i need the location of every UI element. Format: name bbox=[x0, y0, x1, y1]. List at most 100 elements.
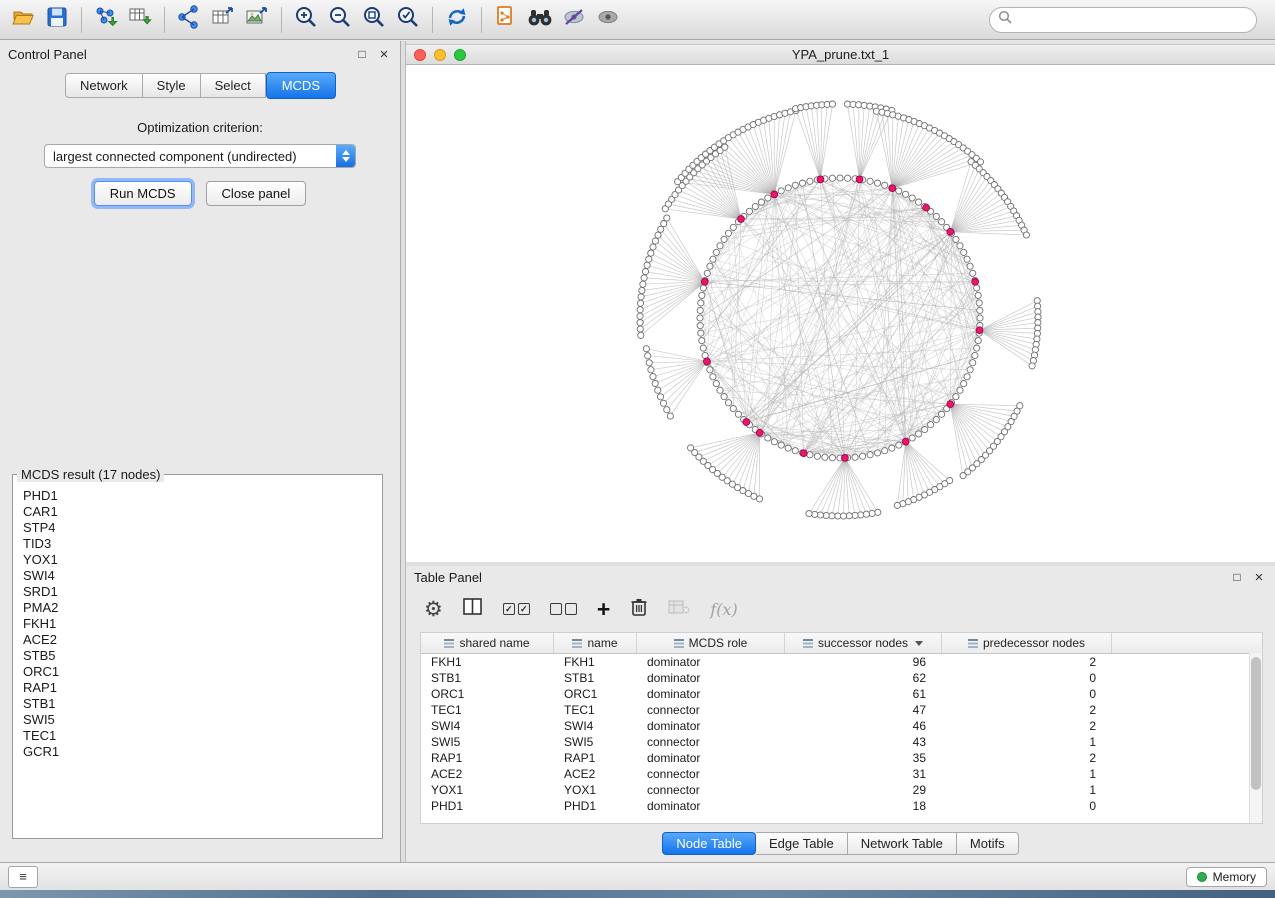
result-item[interactable]: STB1 bbox=[23, 696, 372, 712]
table-row[interactable]: SWI5SWI5connector431 bbox=[421, 734, 1262, 750]
tab-network-table[interactable]: Network Table bbox=[848, 832, 957, 855]
table-cell: FKH1 bbox=[421, 654, 554, 670]
result-item[interactable]: GCR1 bbox=[23, 744, 372, 760]
trash-icon bbox=[630, 597, 648, 622]
toolbar-separator bbox=[481, 7, 482, 33]
result-item[interactable]: FKH1 bbox=[23, 616, 372, 632]
result-item[interactable]: PHD1 bbox=[23, 488, 372, 504]
table-row[interactable]: FKH1FKH1dominator962 bbox=[421, 654, 1262, 670]
show-graphics-button[interactable] bbox=[591, 4, 625, 36]
table-cell: 0 bbox=[942, 798, 1112, 814]
network-graph[interactable] bbox=[406, 65, 1275, 563]
mcds-result-title: MCDS result (17 nodes) bbox=[17, 467, 164, 482]
table-row[interactable]: TEC1TEC1connector472 bbox=[421, 702, 1262, 718]
close-panel-button[interactable]: Close panel bbox=[206, 181, 307, 206]
result-item[interactable]: ORC1 bbox=[23, 664, 372, 680]
table-row[interactable]: PHD1PHD1dominator180 bbox=[421, 798, 1262, 814]
save-session-button[interactable] bbox=[40, 4, 74, 36]
table-row[interactable]: SWI4SWI4dominator462 bbox=[421, 718, 1262, 734]
table-cell: 0 bbox=[942, 686, 1112, 702]
column-header-shared-name[interactable]: shared name bbox=[421, 633, 554, 653]
table-cell bbox=[1112, 718, 1262, 734]
table-row[interactable]: STB1STB1dominator620 bbox=[421, 670, 1262, 686]
table-cell: dominator bbox=[637, 686, 785, 702]
scrollbar-thumb[interactable] bbox=[1251, 657, 1261, 790]
tab-network[interactable]: Network bbox=[65, 73, 143, 98]
import-network-file-button[interactable] bbox=[89, 4, 123, 36]
table-scrollbar[interactable] bbox=[1249, 653, 1262, 823]
result-item[interactable]: YOX1 bbox=[23, 552, 372, 568]
control-panel-title: Control Panel bbox=[8, 47, 348, 62]
criterion-dropdown[interactable]: largest connected component (undirected) bbox=[44, 144, 356, 168]
tab-motifs[interactable]: Motifs bbox=[957, 832, 1019, 855]
search-input[interactable] bbox=[1018, 12, 1248, 28]
column-selector-button[interactable] bbox=[463, 596, 483, 622]
export-image-icon bbox=[244, 4, 270, 35]
result-item[interactable]: SWI4 bbox=[23, 568, 372, 584]
optimization-criterion-label: Optimization criterion: bbox=[0, 120, 400, 135]
table-row[interactable]: YOX1YOX1connector291 bbox=[421, 782, 1262, 798]
table-cell: 43 bbox=[785, 734, 942, 750]
hide-graphics-button[interactable] bbox=[557, 4, 591, 36]
tab-mcds[interactable]: MCDS bbox=[266, 72, 336, 99]
result-item[interactable]: STB5 bbox=[23, 648, 372, 664]
zoom-selected-button[interactable] bbox=[391, 4, 425, 36]
toolbar-search[interactable] bbox=[989, 7, 1257, 33]
add-row-button[interactable]: + bbox=[597, 596, 610, 622]
result-item[interactable]: SRD1 bbox=[23, 584, 372, 600]
table-row[interactable]: ACE2ACE2connector311 bbox=[421, 766, 1262, 782]
task-history-button[interactable]: ≡ bbox=[8, 866, 38, 888]
table-cell: dominator bbox=[637, 718, 785, 734]
result-item[interactable]: STP4 bbox=[23, 520, 372, 536]
sort-descending-icon bbox=[915, 641, 923, 646]
table-cell: 2 bbox=[942, 718, 1112, 734]
column-header-predecessor-nodes[interactable]: predecessor nodes bbox=[942, 633, 1112, 653]
column-header-successor-nodes[interactable]: successor nodes bbox=[785, 633, 942, 653]
deselect-all-button[interactable] bbox=[550, 596, 577, 622]
network-title: YPA_prune.txt_1 bbox=[406, 47, 1275, 62]
float-panel-icon[interactable]: □ bbox=[354, 46, 370, 62]
select-all-button[interactable]: ✓✓ bbox=[503, 596, 530, 622]
export-table-button[interactable] bbox=[206, 4, 240, 36]
zoom-in-button[interactable] bbox=[289, 4, 323, 36]
run-mcds-button[interactable]: Run MCDS bbox=[94, 181, 192, 206]
float-panel-icon[interactable]: □ bbox=[1229, 569, 1245, 585]
table-cell: ACE2 bbox=[421, 766, 554, 782]
tab-edge-table[interactable]: Edge Table bbox=[756, 832, 848, 855]
memory-button[interactable]: Memory bbox=[1186, 867, 1267, 887]
mcds-result-list[interactable]: PHD1CAR1STP4TID3YOX1SWI4SRD1PMA2FKH1ACE2… bbox=[15, 484, 380, 836]
result-item[interactable]: TID3 bbox=[23, 536, 372, 552]
column-header-mcds-role[interactable]: MCDS role bbox=[637, 633, 785, 653]
table-cell bbox=[1112, 654, 1262, 670]
result-item[interactable]: ACE2 bbox=[23, 632, 372, 648]
table-cell: RAP1 bbox=[554, 750, 637, 766]
settings-gear-button[interactable]: ⚙ bbox=[424, 596, 443, 622]
refresh-button[interactable] bbox=[440, 4, 474, 36]
close-panel-icon[interactable]: × bbox=[376, 46, 392, 62]
application-window: Control Panel □ × Network Style Select M… bbox=[0, 0, 1275, 898]
import-table-file-button[interactable] bbox=[123, 4, 157, 36]
close-panel-icon[interactable]: × bbox=[1251, 569, 1267, 585]
result-item[interactable]: CAR1 bbox=[23, 504, 372, 520]
zoom-out-button[interactable] bbox=[323, 4, 357, 36]
tab-select[interactable]: Select bbox=[201, 73, 266, 98]
mcds-result-fieldset: MCDS result (17 nodes) PHD1CAR1STP4TID3Y… bbox=[12, 467, 383, 839]
export-image-button[interactable] bbox=[240, 4, 274, 36]
table-row[interactable]: ORC1ORC1dominator610 bbox=[421, 686, 1262, 702]
table-cell: 2 bbox=[942, 702, 1112, 718]
share-document-button[interactable] bbox=[489, 4, 523, 36]
result-item[interactable]: SWI5 bbox=[23, 712, 372, 728]
table-row[interactable]: RAP1RAP1dominator352 bbox=[421, 750, 1262, 766]
open-file-button[interactable] bbox=[6, 4, 40, 36]
tab-node-table[interactable]: Node Table bbox=[662, 832, 756, 855]
new-network-button[interactable] bbox=[172, 4, 206, 36]
column-header-name[interactable]: name bbox=[554, 633, 637, 653]
search-network-button[interactable] bbox=[523, 4, 557, 36]
result-item[interactable]: TEC1 bbox=[23, 728, 372, 744]
tab-style[interactable]: Style bbox=[143, 73, 201, 98]
zoom-fit-button[interactable] bbox=[357, 4, 391, 36]
result-item[interactable]: PMA2 bbox=[23, 600, 372, 616]
result-item[interactable]: RAP1 bbox=[23, 680, 372, 696]
network-canvas[interactable] bbox=[406, 65, 1275, 563]
delete-button[interactable] bbox=[630, 596, 648, 622]
